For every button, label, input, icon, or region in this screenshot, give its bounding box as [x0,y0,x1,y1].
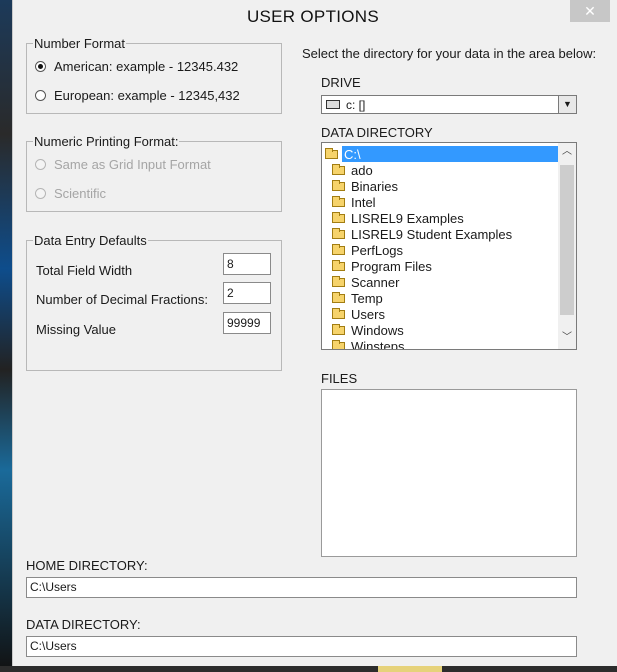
files-list[interactable] [321,389,577,557]
same-as-grid-radio [35,159,46,170]
folder-icon [332,307,345,319]
folder-icon [332,323,345,335]
missing-value-label: Missing Value [36,322,116,337]
folder-icon [332,211,345,223]
folder-icon [332,163,345,175]
close-icon[interactable]: ✕ [584,3,596,19]
list-item[interactable]: Binaries [332,178,398,194]
drive-select[interactable]: c: [] ▼ [321,95,577,114]
missing-value-input[interactable]: 99999 [223,312,271,334]
folder-icon [332,179,345,191]
decimal-fractions-label: Number of Decimal Fractions: [36,292,208,307]
drive-value: c: [] [346,98,366,112]
list-item-label[interactable]: Program Files [351,259,432,274]
list-item-selected-bg [342,146,558,162]
list-item[interactable]: Winsteps [332,338,404,350]
numeric-printing-legend: Numeric Printing Format: [33,134,180,149]
scrollbar-thumb[interactable] [560,165,574,315]
list-item[interactable]: ado [332,162,373,178]
list-item-label[interactable]: ado [351,163,373,178]
scroll-down-icon[interactable]: ﹀ [558,329,576,347]
folder-icon [332,195,345,207]
folder-icon [332,259,345,271]
list-item[interactable]: Intel [332,194,376,210]
open-folder-icon [325,147,338,159]
list-item-label[interactable]: Scanner [351,275,399,290]
list-item[interactable]: Program Files [332,258,432,274]
drive-label: DRIVE [321,75,361,90]
list-item[interactable]: Temp [332,290,383,306]
data-directory-path-label: DATA DIRECTORY: [26,617,141,632]
total-field-width-label: Total Field Width [36,263,133,278]
close-button[interactable]: ✕ [570,0,610,22]
list-item[interactable]: Scanner [332,274,399,290]
folder-icon [332,227,345,239]
home-directory-input[interactable]: C:\Users [26,577,577,598]
data-directory-list[interactable]: C:\ ado Binaries Intel LISREL9 Examples … [321,142,577,350]
dialog-title: USER OPTIONS [246,7,380,26]
number-format-group: Number Format American: example - 12345.… [26,36,282,114]
title-bar: USER OPTIONS ✕ [13,0,617,32]
list-item-label[interactable]: Intel [351,195,376,210]
folder-icon [332,339,345,349]
list-item-label[interactable]: LISREL9 Student Examples [351,227,512,242]
list-item-label[interactable]: Winsteps [351,339,404,350]
european-radio[interactable] [35,90,46,101]
directory-instruction: Select the directory for your data in th… [302,46,597,61]
scientific-radio [35,188,46,199]
taskbar [0,666,617,672]
folder-icon [332,291,345,303]
list-item-label[interactable]: Binaries [351,179,398,194]
user-options-dialog: USER OPTIONS ✕ Number Format American: e… [12,0,617,666]
list-item-label[interactable]: Windows [351,323,404,338]
list-item-label[interactable]: PerfLogs [351,243,403,258]
list-item[interactable]: C:\ [322,146,558,162]
directory-scrollbar[interactable]: ︿ ﹀ [558,143,576,349]
scientific-option: Scientific [35,186,106,201]
data-entry-legend: Data Entry Defaults [33,233,148,248]
data-directory-input[interactable]: C:\Users [26,636,577,657]
scientific-label: Scientific [54,186,107,201]
data-directory-list-label: DATA DIRECTORY [321,125,433,140]
numeric-printing-group: Numeric Printing Format: Same as Grid In… [26,134,282,212]
folder-icon [332,243,345,255]
total-field-width-input[interactable]: 8 [223,253,271,275]
scroll-up-icon[interactable]: ︿ [558,143,576,161]
desktop-background [0,0,12,672]
list-item[interactable]: Users [332,306,385,322]
american-radio[interactable] [35,61,46,72]
folder-icon [332,275,345,287]
american-format-option[interactable]: American: example - 12345.432 [35,59,238,74]
european-format-option[interactable]: European: example - 12345,432 [35,88,240,103]
same-as-grid-option: Same as Grid Input Format [35,157,211,172]
number-format-legend: Number Format [33,36,127,51]
list-item-label[interactable]: Temp [351,291,383,306]
home-directory-label: HOME DIRECTORY: [26,558,148,573]
european-label[interactable]: European: example - 12345,432 [54,88,240,103]
list-item-label[interactable]: LISREL9 Examples [351,211,464,226]
files-label: FILES [321,371,358,386]
list-item-label[interactable]: C:\ [344,147,361,162]
list-item[interactable]: LISREL9 Student Examples [332,226,512,242]
same-as-grid-label: Same as Grid Input Format [54,157,211,172]
american-label[interactable]: American: example - 12345.432 [54,59,238,74]
decimal-fractions-input[interactable]: 2 [223,282,271,304]
list-item[interactable]: LISREL9 Examples [332,210,464,226]
list-item-label[interactable]: Users [351,307,385,322]
taskbar-item[interactable] [378,666,442,672]
list-item[interactable]: Windows [332,322,404,338]
list-item[interactable]: PerfLogs [332,242,403,258]
chevron-down-icon[interactable]: ▼ [558,96,576,113]
drive-icon [326,100,340,109]
